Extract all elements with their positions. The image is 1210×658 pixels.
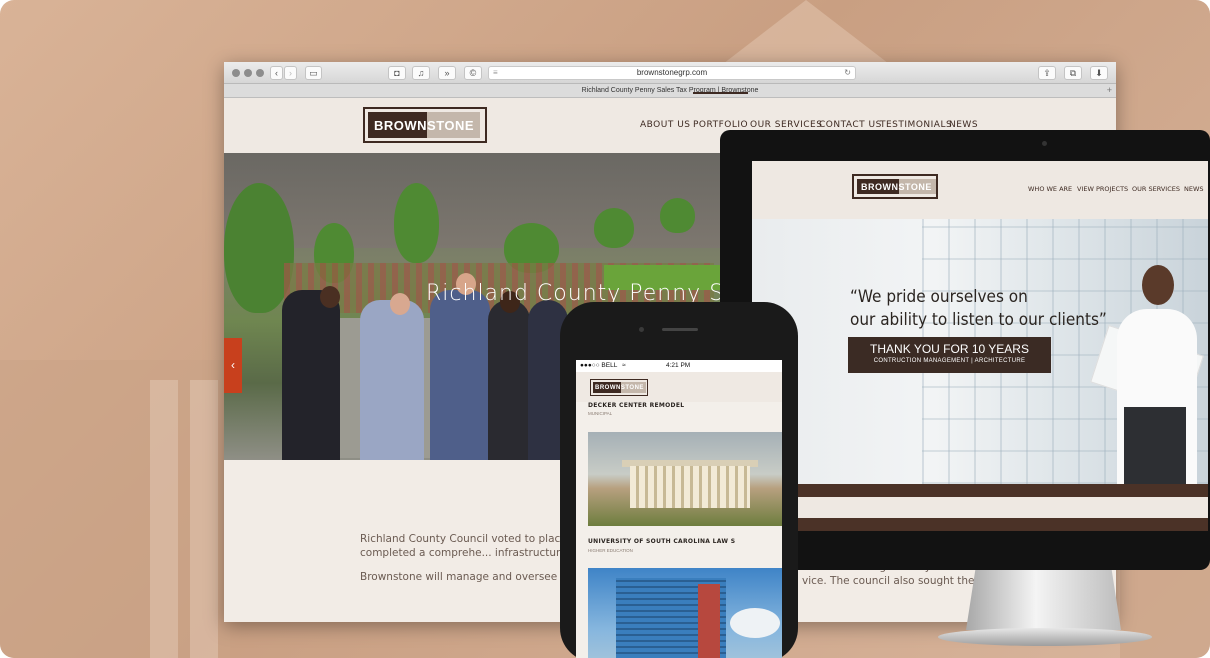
extension-c-icon[interactable]: © bbox=[464, 66, 482, 80]
extension-icon[interactable]: ♫ bbox=[412, 66, 430, 80]
tabs-icon[interactable]: ⧉ bbox=[1064, 66, 1082, 80]
browser-toolbar: ‹ › ▭ ◘ ♫ » © ≡ brownstonegrp.com ↻ ⇪ ⧉ … bbox=[224, 62, 1116, 84]
anniversary-title: THANK YOU FOR 10 YEARS bbox=[870, 342, 1029, 356]
project-category: MUNICIPAL bbox=[588, 411, 613, 416]
logo-text-light: STONE bbox=[898, 179, 936, 194]
back-icon[interactable]: ‹ bbox=[270, 66, 283, 80]
new-tab-button[interactable]: + bbox=[1107, 84, 1112, 97]
nav-view-projects[interactable]: VIEW PROJECTS bbox=[1077, 185, 1128, 193]
nav-news[interactable]: NEWS bbox=[949, 120, 978, 130]
smartphone: ●●●○○ BELL ≈ 4:21 PM BROWN STONE DECKER … bbox=[560, 302, 798, 658]
brick-facade bbox=[698, 584, 720, 658]
quote-line: our ability to listen to our clients” bbox=[850, 310, 1107, 330]
slider-prev-button[interactable]: ‹ bbox=[224, 338, 242, 393]
building-colonnade bbox=[630, 466, 750, 508]
tree bbox=[594, 208, 634, 248]
logo-text-dark: BROWN bbox=[593, 382, 621, 393]
share-icon[interactable]: ⇪ bbox=[1038, 66, 1056, 80]
logo-text-light: STONE bbox=[427, 112, 481, 138]
nav-our-services[interactable]: OUR SERVICES bbox=[750, 120, 822, 130]
brownstone-logo[interactable]: BROWN STONE bbox=[363, 107, 487, 143]
forward-icon[interactable]: › bbox=[284, 66, 297, 80]
reload-icon[interactable]: ↻ bbox=[844, 67, 851, 79]
hero-quote: “We pride ourselves on our ability to li… bbox=[850, 286, 1107, 332]
cloud bbox=[730, 608, 780, 638]
person bbox=[360, 300, 424, 460]
brownstone-logo[interactable]: BROWN STONE bbox=[590, 379, 648, 396]
logo-text-light: STONE bbox=[620, 382, 646, 393]
nav-portfolio[interactable]: PORTFOLIO bbox=[693, 92, 749, 130]
footer-bar bbox=[752, 518, 1208, 531]
nav-contact-us[interactable]: CONTACT US bbox=[819, 120, 882, 130]
wifi-icon: ≈ bbox=[622, 362, 626, 369]
phone-camera bbox=[639, 327, 644, 332]
project-title[interactable]: UNIVERSITY OF SOUTH CAROLINA LAW S bbox=[588, 538, 735, 545]
nav-our-services[interactable]: OUR SERVICES bbox=[1132, 185, 1180, 193]
tab-bar: Richland County Penny Sales Tax Program … bbox=[224, 84, 1116, 98]
background-column bbox=[150, 380, 178, 658]
quote-line: “We pride ourselves on bbox=[850, 287, 1028, 307]
desktop-screen: BROWN STONE WHO WE ARE VIEW PROJECTS OUR… bbox=[752, 161, 1208, 531]
anniversary-banner[interactable]: THANK YOU FOR 10 YEARS CONTRUCTION MANAG… bbox=[848, 337, 1051, 373]
project-photo[interactable] bbox=[588, 568, 782, 658]
tree bbox=[660, 198, 695, 233]
nav-about-us[interactable]: ABOUT US bbox=[640, 120, 691, 130]
minimize-window-button[interactable] bbox=[244, 69, 252, 77]
fast-forward-icon[interactable]: » bbox=[438, 66, 456, 80]
nav-who-we-are[interactable]: WHO WE ARE bbox=[1028, 185, 1072, 193]
pocket-icon[interactable]: ◘ bbox=[388, 66, 406, 80]
download-icon[interactable]: ⬇ bbox=[1090, 66, 1108, 80]
person-head bbox=[320, 286, 340, 308]
carrier-signal: ●●●○○ BELL bbox=[580, 362, 618, 369]
footer-bar bbox=[752, 484, 1208, 497]
monitor-camera bbox=[1042, 141, 1047, 146]
close-window-button[interactable] bbox=[232, 69, 240, 77]
mobile-header: BROWN STONE bbox=[576, 372, 782, 402]
project-title[interactable]: DECKER CENTER REMODEL bbox=[588, 402, 684, 409]
woman-skirt bbox=[1124, 407, 1186, 484]
monitor-stand-base bbox=[938, 628, 1152, 646]
promo-background: ‹ › ▭ ◘ ♫ » © ≡ brownstonegrp.com ↻ ⇪ ⧉ … bbox=[0, 0, 1210, 658]
status-bar: ●●●○○ BELL ≈ 4:21 PM bbox=[576, 360, 782, 372]
logo-text-dark: BROWN bbox=[857, 179, 899, 194]
reader-icon[interactable]: ≡ bbox=[493, 67, 498, 79]
desktop-hero: “We pride ourselves on our ability to li… bbox=[752, 219, 1208, 484]
person-head bbox=[390, 293, 410, 315]
person bbox=[488, 300, 530, 460]
url-text: brownstonegrp.com bbox=[636, 68, 708, 77]
project-photo[interactable] bbox=[588, 432, 782, 526]
logo-text-dark: BROWN bbox=[368, 112, 428, 138]
project-category: HIGHER EDUCATION bbox=[588, 548, 633, 553]
brownstone-logo[interactable]: BROWN STONE bbox=[852, 174, 938, 199]
monitor-stand bbox=[966, 570, 1121, 630]
phone-screen: ●●●○○ BELL ≈ 4:21 PM BROWN STONE DECKER … bbox=[576, 360, 782, 658]
zoom-window-button[interactable] bbox=[256, 69, 264, 77]
nav-news[interactable]: NEWS bbox=[1184, 185, 1204, 193]
person bbox=[282, 290, 340, 460]
tree bbox=[394, 183, 439, 263]
nav-testimonials[interactable]: TESTIMONIALS bbox=[880, 120, 952, 130]
status-time: 4:21 PM bbox=[666, 362, 691, 369]
address-bar[interactable]: ≡ brownstonegrp.com ↻ bbox=[488, 66, 856, 80]
woman-head bbox=[1142, 265, 1174, 305]
anniversary-subtitle: CONTRUCTION MANAGEMENT | ARCHITECTURE bbox=[873, 358, 1026, 364]
sidebar-icon[interactable]: ▭ bbox=[305, 66, 322, 80]
phone-speaker bbox=[662, 328, 698, 331]
background-column bbox=[190, 380, 218, 658]
person bbox=[430, 290, 490, 460]
